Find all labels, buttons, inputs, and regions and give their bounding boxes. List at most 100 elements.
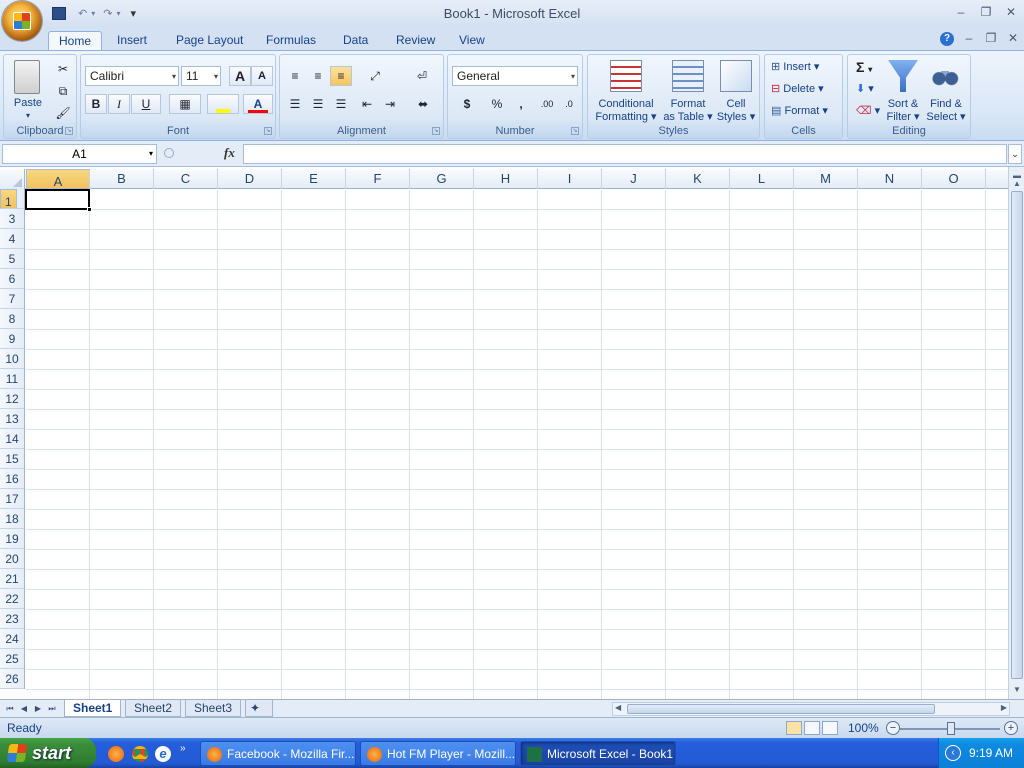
row-header[interactable]: 26 xyxy=(0,669,24,689)
ie-quicklaunch-icon[interactable]: e xyxy=(155,746,171,762)
cell-area[interactable] xyxy=(26,190,1008,699)
insert-cells-button[interactable]: ⊞ Insert ▾ xyxy=(771,58,819,76)
start-button[interactable]: start xyxy=(0,738,96,768)
delete-cells-button[interactable]: ⊟ Delete ▾ xyxy=(771,80,824,98)
last-sheet-icon[interactable]: ⏭ xyxy=(46,702,58,716)
row-header[interactable]: 8 xyxy=(0,309,24,329)
row-header[interactable]: 4 xyxy=(0,229,24,249)
format-cells-button[interactable]: ▤ Format ▾ xyxy=(771,102,828,120)
row-header[interactable]: 1 xyxy=(0,189,17,209)
scroll-right-icon[interactable]: ▶ xyxy=(1001,703,1007,712)
select-all-button[interactable] xyxy=(0,169,25,189)
sheet-tab-sheet1[interactable]: Sheet1 xyxy=(64,700,122,717)
tab-review[interactable]: Review xyxy=(386,31,445,51)
format-painter-icon[interactable]: 🖌 xyxy=(52,103,74,123)
minimize-button[interactable]: – xyxy=(952,4,970,20)
restore-button[interactable]: ❐ xyxy=(977,4,995,20)
fill-color-button[interactable] xyxy=(207,94,239,114)
row-header[interactable]: 7 xyxy=(0,289,24,309)
column-header[interactable]: E xyxy=(282,169,346,189)
tab-data[interactable]: Data xyxy=(333,31,378,51)
tab-insert[interactable]: Insert xyxy=(107,31,157,51)
insert-function-button[interactable]: fx xyxy=(224,145,235,161)
doc-restore-button[interactable]: ❐ xyxy=(982,30,1000,46)
column-header[interactable]: J xyxy=(602,169,666,189)
autosum-button[interactable]: Σ ▾ xyxy=(856,58,872,76)
save-icon[interactable] xyxy=(52,6,66,20)
font-family-select[interactable]: Calibri ▾ xyxy=(85,66,179,86)
row-header[interactable]: 13 xyxy=(0,409,24,429)
cell-styles-button[interactable]: Cell Styles ▾ xyxy=(714,98,758,124)
scroll-left-icon[interactable]: ◀ xyxy=(615,703,621,712)
scroll-down-icon[interactable]: ▼ xyxy=(1010,683,1024,697)
formula-input[interactable] xyxy=(243,144,1007,164)
number-launcher-icon[interactable]: ↘ xyxy=(571,127,579,135)
cut-icon[interactable]: ✂ xyxy=(52,59,74,79)
worksheet-grid[interactable]: ABCDEFGHIJKLMNO 123456789101112131415161… xyxy=(0,169,1008,699)
redo-icon[interactable]: ↷ xyxy=(103,7,112,20)
currency-button[interactable]: $ xyxy=(452,94,482,114)
row-header[interactable]: 19 xyxy=(0,529,24,549)
column-header[interactable]: B xyxy=(90,169,154,189)
firefox-quicklaunch-icon[interactable] xyxy=(108,746,124,762)
vertical-scroll-thumb[interactable] xyxy=(1011,191,1023,679)
tab-view[interactable]: View xyxy=(449,31,495,51)
row-header[interactable]: 6 xyxy=(0,269,24,289)
horizontal-scroll-thumb[interactable] xyxy=(627,704,935,714)
row-header[interactable]: 23 xyxy=(0,609,24,629)
paste-dropdown-icon[interactable]: ▾ xyxy=(10,109,46,122)
format-as-table-icon[interactable] xyxy=(672,60,704,92)
align-left-icon[interactable]: ☰ xyxy=(284,94,306,114)
first-sheet-icon[interactable]: ⏮ xyxy=(4,702,16,716)
tab-page-layout[interactable]: Page Layout xyxy=(166,31,253,51)
scroll-up-icon[interactable]: ▲ xyxy=(1010,177,1024,191)
percent-button[interactable]: % xyxy=(486,94,508,114)
row-header[interactable]: 5 xyxy=(0,249,24,269)
sheet-tab-sheet2[interactable]: Sheet2 xyxy=(125,700,182,717)
orientation-icon[interactable]: ⤢ xyxy=(360,66,390,86)
help-icon[interactable]: ? xyxy=(940,32,954,46)
borders-icon[interactable]: ▦ xyxy=(169,94,201,114)
column-header[interactable]: N xyxy=(858,169,922,189)
page-layout-view-icon[interactable] xyxy=(804,721,820,735)
expand-formula-bar-icon[interactable]: ⌄ xyxy=(1008,144,1022,164)
cell-styles-icon[interactable] xyxy=(720,60,752,92)
row-header[interactable]: 24 xyxy=(0,629,24,649)
grow-font-button[interactable]: A xyxy=(229,66,251,86)
alignment-launcher-icon[interactable]: ↘ xyxy=(432,127,440,135)
row-header[interactable]: 10 xyxy=(0,349,24,369)
close-button[interactable]: ✕ xyxy=(1002,4,1020,20)
taskbar-item-hotfm[interactable]: Hot FM Player - Mozill... xyxy=(360,741,516,766)
wrap-text-icon[interactable]: ⏎ xyxy=(408,66,436,86)
tab-home[interactable]: Home xyxy=(48,31,103,51)
column-header[interactable]: G xyxy=(410,169,474,189)
page-break-view-icon[interactable] xyxy=(822,721,838,735)
align-right-icon[interactable]: ☰ xyxy=(330,94,352,114)
conditional-formatting-button[interactable]: Conditional Formatting ▾ xyxy=(590,98,662,124)
customize-qat-icon[interactable]: ▾ xyxy=(130,7,136,20)
sort-filter-button[interactable]: Sort & Filter ▾ xyxy=(882,98,924,124)
zoom-level[interactable]: 100% xyxy=(848,721,879,735)
increase-indent-icon[interactable]: ⇥ xyxy=(379,94,401,114)
horizontal-scrollbar[interactable]: ◀ ▶ xyxy=(612,702,1010,716)
show-hidden-icons-icon[interactable]: ‹ xyxy=(945,745,961,761)
clipboard-launcher-icon[interactable]: ↘ xyxy=(65,127,73,135)
decrease-indent-icon[interactable]: ⇤ xyxy=(356,94,378,114)
column-header[interactable]: C xyxy=(154,169,218,189)
undo-dropdown-icon[interactable]: ▾ xyxy=(91,9,95,18)
shrink-font-button[interactable]: A xyxy=(251,66,273,86)
binoculars-icon[interactable] xyxy=(930,63,960,89)
format-as-table-button[interactable]: Format as Table ▾ xyxy=(660,98,716,124)
column-header[interactable]: L xyxy=(730,169,794,189)
zoom-slider-knob[interactable] xyxy=(947,722,955,735)
sheet-tab-sheet3[interactable]: Sheet3 xyxy=(185,700,242,717)
column-header[interactable]: A xyxy=(26,169,90,189)
taskbar-item-excel[interactable]: Microsoft Excel - Book1 xyxy=(520,741,676,766)
column-header[interactable]: D xyxy=(218,169,282,189)
name-box[interactable]: A1 ▾ xyxy=(2,144,157,164)
merge-center-icon[interactable]: ⬌ xyxy=(408,94,438,114)
zoom-out-icon[interactable]: − xyxy=(886,721,900,735)
row-header[interactable]: 15 xyxy=(0,449,24,469)
fill-handle[interactable] xyxy=(87,207,92,212)
column-header[interactable]: M xyxy=(794,169,858,189)
